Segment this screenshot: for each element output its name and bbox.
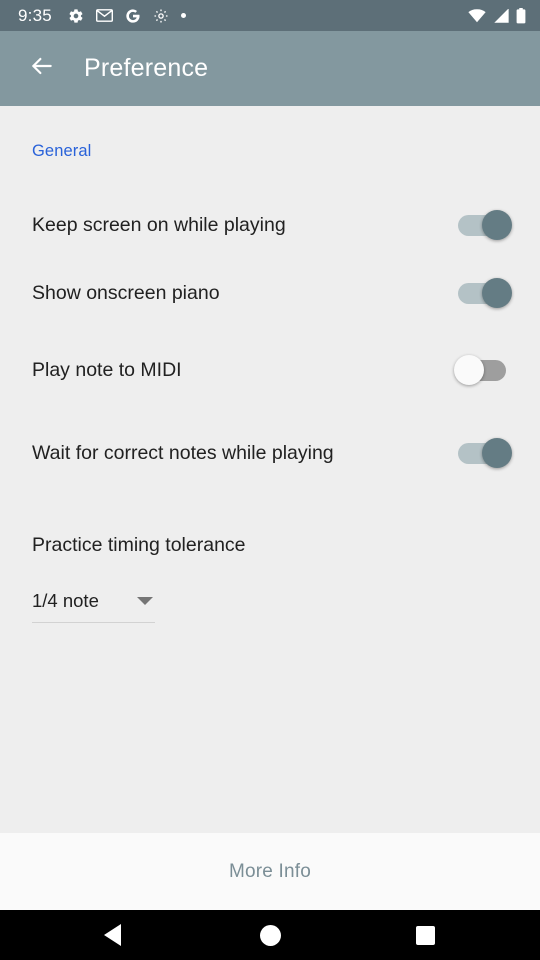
toggle-keep-screen-on[interactable] <box>454 207 512 243</box>
toggle-show-onscreen-piano[interactable] <box>454 275 512 311</box>
toggle-thumb <box>482 278 512 308</box>
practice-timing-tolerance-spinner[interactable]: 1/4 note <box>32 579 155 623</box>
chevron-down-icon <box>137 596 153 605</box>
toggle-thumb <box>482 438 512 468</box>
wifi-icon <box>468 8 486 23</box>
preference-row-keep-screen-on[interactable]: Keep screen on while playing <box>0 193 540 257</box>
more-info-label: More Info <box>228 860 312 882</box>
gear-icon <box>68 8 84 24</box>
preference-row-show-onscreen-piano[interactable]: Show onscreen piano <box>0 261 540 325</box>
google-icon <box>125 8 141 24</box>
status-bar-system-icons <box>468 7 526 24</box>
preference-row-play-note-to-midi[interactable]: Play note to MIDI <box>0 338 540 402</box>
preference-label: Show onscreen piano <box>32 282 220 304</box>
system-navigation-bar <box>0 910 540 960</box>
square-recents-icon <box>415 925 435 945</box>
dot-icon <box>180 13 186 18</box>
app-bar: Preference <box>0 31 540 106</box>
toggle-wait-for-correct-notes[interactable] <box>454 435 512 471</box>
preference-label: Wait for correct notes while playing <box>32 442 334 464</box>
gmail-icon <box>95 9 113 22</box>
cell-signal-icon <box>493 8 509 23</box>
back-button[interactable] <box>14 41 70 97</box>
nav-recents-button[interactable] <box>385 910 465 960</box>
battery-icon <box>516 7 526 24</box>
preference-label: Keep screen on while playing <box>32 214 286 236</box>
status-bar: 9:35 <box>0 0 540 31</box>
spinner-selected-value: 1/4 note <box>32 589 99 611</box>
preference-row-wait-for-correct-notes[interactable]: Wait for correct notes while playing <box>0 411 540 495</box>
preference-list: General Keep screen on while playing Sho… <box>0 106 540 833</box>
circle-home-icon <box>259 924 281 946</box>
more-info-button[interactable]: More Info <box>0 833 540 910</box>
status-bar-notification-icons <box>68 8 186 24</box>
page-title: Preference <box>84 54 209 82</box>
status-bar-clock: 9:35 <box>18 5 52 25</box>
preference-label: Play note to MIDI <box>32 359 182 381</box>
toggle-play-note-to-midi[interactable] <box>454 352 512 388</box>
triangle-back-icon <box>103 924 121 946</box>
nav-back-button[interactable] <box>72 910 152 960</box>
section-header-general: General <box>32 142 92 160</box>
practice-timing-tolerance-label: Practice timing tolerance <box>32 534 246 556</box>
toggle-thumb <box>482 210 512 240</box>
preference-screen: 9:35 Preference General Keep screen on w… <box>0 0 540 960</box>
arrow-back-icon <box>29 53 55 84</box>
nav-home-button[interactable] <box>230 910 310 960</box>
gear-icon <box>153 8 169 24</box>
toggle-thumb <box>454 355 484 385</box>
